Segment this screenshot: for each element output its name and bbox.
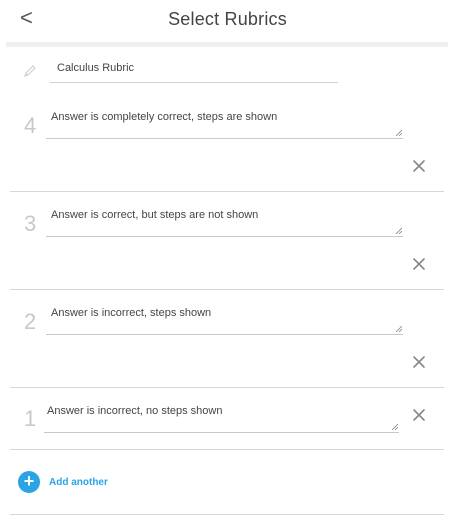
rubric-description-input[interactable]: Answer is incorrect, steps shown	[51, 307, 211, 319]
resize-handle-icon[interactable]	[392, 424, 398, 430]
rubric-score: 4	[24, 113, 37, 138]
textarea-underline	[46, 236, 403, 237]
close-icon[interactable]	[412, 257, 426, 271]
rubric-score: 2	[24, 309, 37, 334]
rubric-score: 3	[24, 211, 37, 236]
resize-handle-icon[interactable]	[396, 228, 402, 234]
header: < Select Rubrics	[0, 0, 455, 42]
rubric-description-input[interactable]: Answer is correct, but steps are not sho…	[51, 209, 258, 221]
rubric-name-underline	[50, 82, 338, 83]
rubric-name-input[interactable]: Calculus Rubric	[57, 62, 134, 74]
textarea-underline	[44, 432, 399, 433]
rubric-item: 4 Answer is completely correct, steps ar…	[0, 100, 455, 192]
rubric-score: 1	[24, 406, 37, 431]
rubric-item: 1 Answer is incorrect, no steps shown	[0, 394, 455, 449]
resize-handle-icon[interactable]	[396, 326, 402, 332]
rubric-description-input[interactable]: Answer is incorrect, no steps shown	[47, 405, 222, 417]
rubric-description-input[interactable]: Answer is completely correct, steps are …	[51, 111, 277, 123]
add-another-button[interactable]: + Add another	[0, 471, 455, 499]
textarea-underline	[46, 334, 403, 335]
row-divider	[10, 289, 444, 290]
add-another-label[interactable]: Add another	[49, 477, 108, 488]
header-divider	[6, 42, 448, 47]
rubric-item: 3 Answer is correct, but steps are not s…	[0, 198, 455, 290]
page-title: Select Rubrics	[168, 9, 287, 29]
row-divider	[10, 387, 444, 388]
pencil-icon	[24, 65, 36, 77]
row-divider	[10, 449, 444, 450]
rubric-name-row: Calculus Rubric	[0, 55, 455, 85]
close-icon[interactable]	[412, 408, 426, 422]
plus-icon[interactable]: +	[18, 471, 40, 493]
close-icon[interactable]	[412, 355, 426, 369]
bottom-divider	[10, 514, 444, 515]
textarea-underline	[46, 138, 403, 139]
rubric-item: 2 Answer is incorrect, steps shown	[0, 296, 455, 388]
row-divider	[10, 191, 444, 192]
close-icon[interactable]	[412, 159, 426, 173]
resize-handle-icon[interactable]	[396, 130, 402, 136]
